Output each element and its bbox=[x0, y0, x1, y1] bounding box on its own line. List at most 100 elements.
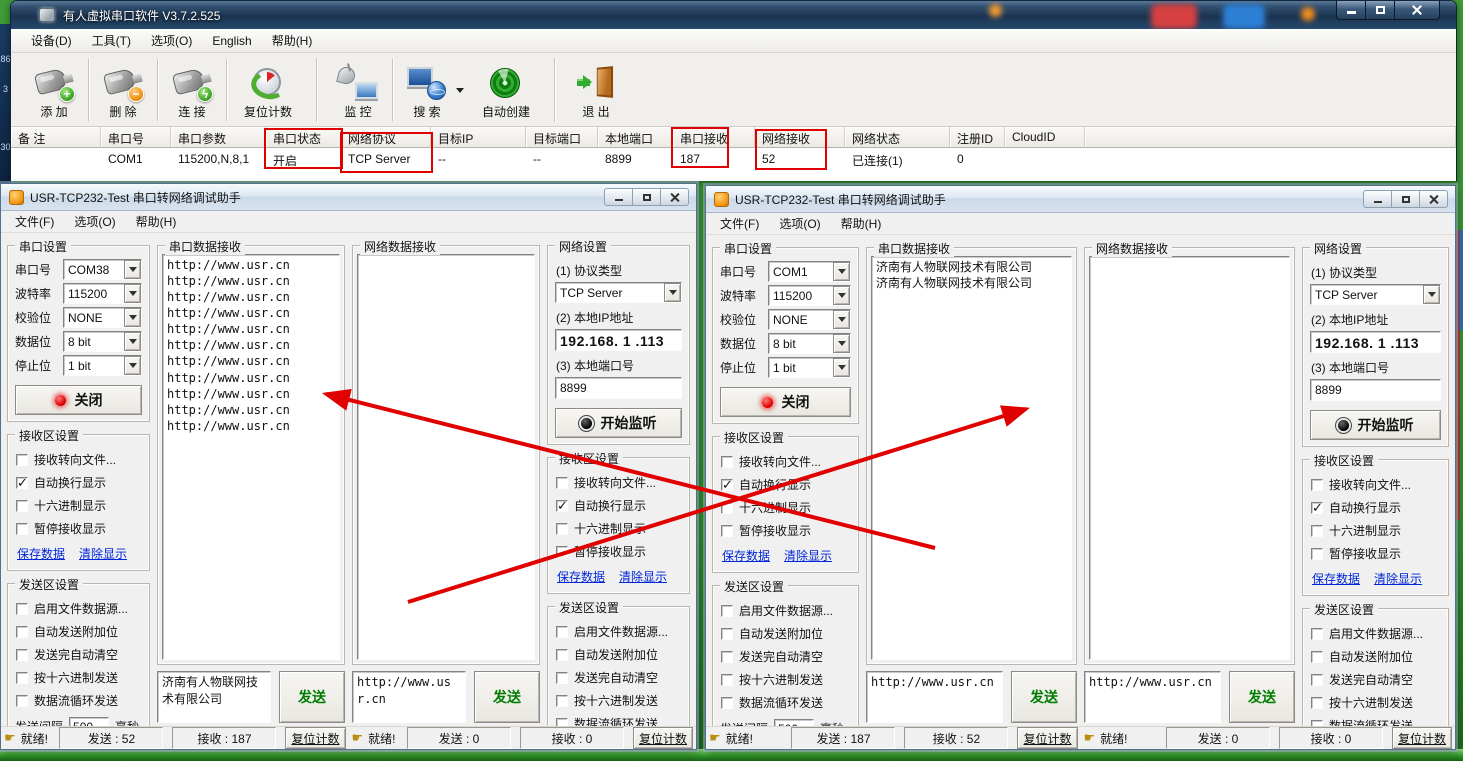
checkbox-auto-append[interactable]: 自动发送附加位 bbox=[721, 625, 850, 642]
window-titlebar[interactable]: USR-TCP232-Test 串口转网络调试助手 bbox=[706, 186, 1455, 213]
menu-tools[interactable]: 工具(T) bbox=[82, 29, 141, 52]
menu-options[interactable]: 选项(O) bbox=[64, 210, 125, 233]
connect-button[interactable]: ϟ 连 接 bbox=[163, 56, 221, 124]
restore-button[interactable] bbox=[1391, 190, 1420, 208]
network-send-button[interactable]: 发送 bbox=[474, 671, 540, 723]
checkbox-file-data-source[interactable]: 启用文件数据源... bbox=[721, 602, 850, 619]
network-send-input[interactable]: http://www.usr.cn bbox=[1084, 671, 1221, 723]
save-data-link[interactable]: 保存数据 bbox=[557, 568, 605, 585]
parity-select[interactable]: NONE bbox=[768, 309, 851, 330]
menu-options[interactable]: 选项(O) bbox=[769, 212, 830, 235]
checkbox-hex-display[interactable]: 十六进制显示 bbox=[721, 499, 850, 516]
send-interval-input[interactable]: 500 bbox=[69, 717, 109, 726]
menu-help[interactable]: 帮助(H) bbox=[262, 29, 323, 52]
checkbox-pause-display[interactable]: 暂停接收显示 bbox=[721, 522, 850, 539]
save-data-link[interactable]: 保存数据 bbox=[17, 545, 65, 562]
checkbox-hex-display[interactable]: 十六进制显示 bbox=[1311, 522, 1440, 539]
local-port-input[interactable]: 8899 bbox=[1310, 379, 1441, 401]
column-header[interactable]: 目标端口 bbox=[526, 127, 598, 148]
local-ip-input[interactable]: 192.168. 1 .113 bbox=[555, 329, 682, 351]
local-ip-input[interactable]: 192.168. 1 .113 bbox=[1310, 331, 1441, 353]
local-port-input[interactable]: 8899 bbox=[555, 377, 682, 399]
serial-close-button[interactable]: 关闭 bbox=[720, 387, 851, 417]
serial-send-input[interactable]: 济南有人物联网技术有限公司 bbox=[157, 671, 271, 723]
reset-counter-button[interactable]: 复位计数 bbox=[232, 56, 304, 124]
checkbox-clear-after-send[interactable]: 发送完自动清空 bbox=[16, 646, 141, 663]
reset-counter-button[interactable]: 复位计数 bbox=[1017, 727, 1077, 749]
menu-english[interactable]: English bbox=[202, 31, 261, 51]
data-bits-select[interactable]: 8 bit bbox=[63, 331, 142, 352]
device-table-row[interactable]: COM1 115200,N,8,1 开启 TCP Server -- -- 88… bbox=[11, 148, 1456, 169]
checkbox-auto-newline[interactable]: 自动换行显示 bbox=[16, 474, 141, 491]
search-dropdown-button[interactable] bbox=[456, 56, 470, 124]
column-header[interactable]: 目标IP bbox=[431, 127, 526, 148]
minimize-button[interactable] bbox=[1363, 190, 1392, 208]
network-send-button[interactable]: 发送 bbox=[1229, 671, 1295, 723]
clear-display-link[interactable]: 清除显示 bbox=[1374, 570, 1422, 587]
maximize-button[interactable] bbox=[1365, 1, 1395, 20]
stop-bits-select[interactable]: 1 bit bbox=[768, 357, 851, 378]
minimize-button[interactable] bbox=[1336, 1, 1366, 20]
restore-button[interactable] bbox=[632, 188, 661, 206]
checkbox-auto-newline[interactable]: 自动换行显示 bbox=[721, 476, 850, 493]
checkbox-clear-after-send[interactable]: 发送完自动清空 bbox=[1311, 671, 1440, 688]
checkbox-receive-to-file[interactable]: 接收转向文件... bbox=[721, 453, 850, 470]
column-header[interactable]: 注册ID bbox=[950, 127, 1005, 148]
checkbox-loop-send[interactable]: 数据流循环发送 bbox=[1311, 717, 1440, 726]
baud-rate-select[interactable]: 115200 bbox=[63, 283, 142, 304]
monitor-button[interactable]: 监 控 bbox=[329, 56, 387, 124]
stop-bits-select[interactable]: 1 bit bbox=[63, 355, 142, 376]
checkbox-hex-send[interactable]: 按十六进制发送 bbox=[721, 671, 850, 688]
save-data-link[interactable]: 保存数据 bbox=[722, 547, 770, 564]
start-listen-button[interactable]: 开始监听 bbox=[1310, 410, 1441, 440]
column-header[interactable]: 本地端口 bbox=[598, 127, 673, 148]
checkbox-file-data-source[interactable]: 启用文件数据源... bbox=[16, 600, 141, 617]
serial-send-button[interactable]: 发送 bbox=[1011, 671, 1077, 723]
network-rx-textarea[interactable] bbox=[357, 254, 535, 660]
serial-rx-textarea[interactable]: 济南有人物联网技术有限公司 济南有人物联网技术有限公司 bbox=[871, 256, 1072, 660]
checkbox-hex-display[interactable]: 十六进制显示 bbox=[16, 497, 141, 514]
add-port-button[interactable]: + 添 加 bbox=[25, 56, 83, 124]
reset-counter-button[interactable]: 复位计数 bbox=[285, 727, 345, 749]
menu-options[interactable]: 选项(O) bbox=[141, 29, 202, 52]
checkbox-auto-append[interactable]: 自动发送附加位 bbox=[1311, 648, 1440, 665]
window-titlebar[interactable]: 有人虚拟串口软件 V3.7.2.525 bbox=[11, 1, 1456, 29]
menu-file[interactable]: 文件(F) bbox=[710, 212, 769, 235]
column-header[interactable]: 网络状态 bbox=[845, 127, 950, 148]
checkbox-pause-display[interactable]: 暂停接收显示 bbox=[1311, 545, 1440, 562]
close-button[interactable] bbox=[660, 188, 689, 206]
close-button[interactable] bbox=[1394, 1, 1440, 20]
checkbox-receive-to-file[interactable]: 接收转向文件... bbox=[556, 474, 681, 491]
clear-display-link[interactable]: 清除显示 bbox=[79, 545, 127, 562]
checkbox-auto-newline[interactable]: 自动换行显示 bbox=[1311, 499, 1440, 516]
checkbox-hex-send[interactable]: 按十六进制发送 bbox=[16, 669, 141, 686]
com-port-select[interactable]: COM1 bbox=[768, 261, 851, 282]
send-interval-input[interactable]: 500 bbox=[774, 719, 814, 726]
serial-rx-textarea[interactable]: http://www.usr.cn http://www.usr.cn http… bbox=[162, 254, 340, 660]
window-titlebar[interactable]: USR-TCP232-Test 串口转网络调试助手 bbox=[1, 184, 696, 211]
com-port-select[interactable]: COM38 bbox=[63, 259, 142, 280]
search-button[interactable]: 搜 索 bbox=[398, 56, 456, 124]
exit-button[interactable]: 退 出 bbox=[567, 56, 625, 124]
checkbox-pause-display[interactable]: 暂停接收显示 bbox=[16, 520, 141, 537]
checkbox-loop-send[interactable]: 数据流循环发送 bbox=[16, 692, 141, 709]
save-data-link[interactable]: 保存数据 bbox=[1312, 570, 1360, 587]
checkbox-auto-append[interactable]: 自动发送附加位 bbox=[16, 623, 141, 640]
checkbox-hex-send[interactable]: 按十六进制发送 bbox=[556, 692, 681, 709]
minimize-button[interactable] bbox=[604, 188, 633, 206]
checkbox-loop-send[interactable]: 数据流循环发送 bbox=[556, 715, 681, 726]
checkbox-receive-to-file[interactable]: 接收转向文件... bbox=[16, 451, 141, 468]
start-listen-button[interactable]: 开始监听 bbox=[555, 408, 682, 438]
clear-display-link[interactable]: 清除显示 bbox=[619, 568, 667, 585]
column-header[interactable]: 串口参数 bbox=[171, 127, 266, 148]
network-rx-textarea[interactable] bbox=[1089, 256, 1290, 660]
serial-send-button[interactable]: 发送 bbox=[279, 671, 345, 723]
menu-file[interactable]: 文件(F) bbox=[5, 210, 64, 233]
close-button[interactable] bbox=[1419, 190, 1448, 208]
protocol-select[interactable]: TCP Server bbox=[1310, 284, 1441, 305]
parity-select[interactable]: NONE bbox=[63, 307, 142, 328]
baud-rate-select[interactable]: 115200 bbox=[768, 285, 851, 306]
checkbox-auto-append[interactable]: 自动发送附加位 bbox=[556, 646, 681, 663]
menu-device[interactable]: 设备(D) bbox=[21, 29, 82, 52]
reset-counter-button[interactable]: 复位计数 bbox=[633, 727, 693, 749]
